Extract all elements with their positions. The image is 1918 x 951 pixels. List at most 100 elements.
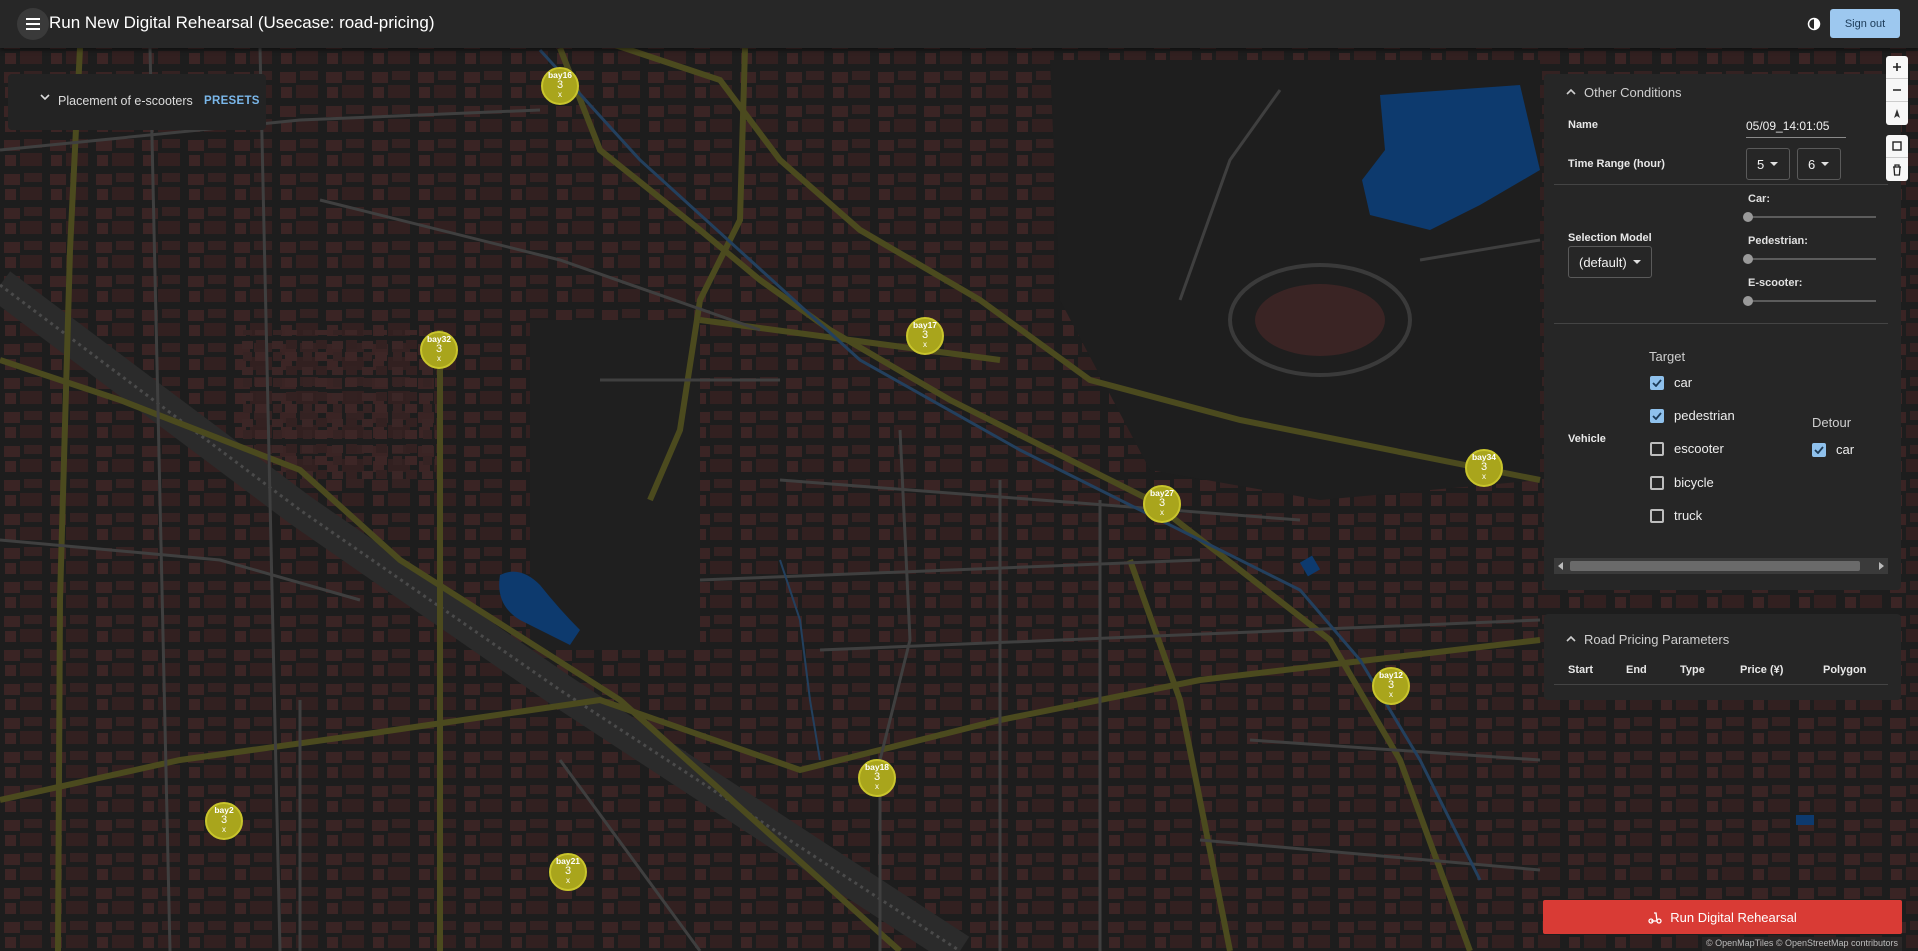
pedestrian-slider[interactable] xyxy=(1743,253,1876,265)
name-field[interactable]: 05/09_14:01:05 xyxy=(1746,116,1846,138)
bay-marker[interactable]: bay16 3 x xyxy=(541,67,579,105)
road-pricing-panel: Road Pricing Parameters Start End Type P… xyxy=(1544,614,1901,700)
escooter-slider-label: E-scooter: xyxy=(1748,277,1803,289)
target-checkbox-car[interactable]: car xyxy=(1650,375,1692,390)
pedestrian-slider-label: Pedestrian: xyxy=(1748,235,1808,247)
zoom-in-button[interactable] xyxy=(1886,56,1908,79)
menu-button[interactable] xyxy=(17,8,49,40)
sign-out-button[interactable]: Sign out xyxy=(1830,9,1900,38)
target-checkbox-bicycle[interactable]: bicycle xyxy=(1650,475,1714,490)
scrollbar-thumb[interactable] xyxy=(1570,561,1860,571)
bay-marker[interactable]: bay32 3 x xyxy=(420,331,458,369)
caret-down-icon xyxy=(1632,260,1641,264)
slider-thumb[interactable] xyxy=(1743,296,1753,306)
presets-button[interactable]: PRESETS xyxy=(204,95,260,107)
bay-count-suffix: x xyxy=(875,782,879,791)
time-end-select[interactable]: 6 xyxy=(1797,148,1841,180)
bay-marker[interactable]: bay12 3 x xyxy=(1372,667,1410,705)
slider-track xyxy=(1746,216,1876,218)
vehicle-label: Vehicle xyxy=(1568,433,1606,445)
divider xyxy=(1554,684,1888,685)
draw-controls xyxy=(1886,135,1908,181)
bay-count-suffix: x xyxy=(566,876,570,885)
target-title: Target xyxy=(1649,349,1686,364)
chevron-up-icon xyxy=(1566,88,1576,95)
bay-count-suffix: x xyxy=(1160,508,1164,517)
hamburger-menu-icon xyxy=(26,18,40,30)
bay-marker[interactable]: bay17 3 x xyxy=(906,317,944,355)
checkbox-label: pedestrian xyxy=(1674,408,1735,423)
selection-model-value: (default) xyxy=(1579,254,1627,270)
zoom-controls xyxy=(1886,56,1908,125)
minus-icon xyxy=(1893,89,1901,91)
bay-count-suffix: x xyxy=(1482,472,1486,481)
bay-marker[interactable]: bay18 3 x xyxy=(858,759,896,797)
theme-toggle-button[interactable] xyxy=(1803,13,1825,35)
chevron-down-icon xyxy=(40,94,50,101)
contrast-icon xyxy=(1807,17,1821,31)
bay-marker[interactable]: bay2 3 x xyxy=(205,802,243,840)
bay-count-suffix: x xyxy=(437,354,441,363)
checkbox-label: car xyxy=(1836,442,1855,457)
checkbox-label: truck xyxy=(1674,508,1703,523)
slider-thumb[interactable] xyxy=(1743,254,1753,264)
time-end-value: 6 xyxy=(1808,156,1816,172)
slider-thumb[interactable] xyxy=(1743,212,1753,222)
bay-marker[interactable]: bay21 3 x xyxy=(549,853,587,891)
road-pricing-title: Road Pricing Parameters xyxy=(1584,631,1730,647)
checkbox[interactable] xyxy=(1650,408,1664,423)
road-pricing-header[interactable]: Road Pricing Parameters xyxy=(1566,629,1729,649)
escooter-slider[interactable] xyxy=(1743,295,1876,307)
delete-shape-button[interactable] xyxy=(1886,158,1908,181)
chevron-up-icon xyxy=(1566,635,1576,642)
car-slider[interactable] xyxy=(1743,211,1876,223)
scroll-left-icon[interactable] xyxy=(1557,562,1565,570)
draw-polygon-button[interactable] xyxy=(1886,135,1908,158)
caret-down-icon xyxy=(1770,162,1779,166)
zoom-out-button[interactable] xyxy=(1886,79,1908,102)
horizontal-scrollbar[interactable] xyxy=(1554,558,1888,574)
checkmark-icon xyxy=(1652,378,1662,387)
checkbox[interactable] xyxy=(1650,508,1664,523)
time-range-label: Time Range (hour) xyxy=(1568,158,1665,170)
checkmark-icon xyxy=(1814,445,1824,454)
checkbox-label: car xyxy=(1674,375,1693,390)
app-root: Run New Digital Rehearsal (Usecase: road… xyxy=(0,0,1918,951)
checkbox[interactable] xyxy=(1650,375,1664,390)
caret-down-icon xyxy=(1821,162,1830,166)
bay-marker[interactable]: bay27 3 x xyxy=(1143,485,1181,523)
bay-count-suffix: x xyxy=(923,340,927,349)
column-header-end: End xyxy=(1626,664,1647,676)
divider xyxy=(1554,184,1888,185)
checkbox[interactable] xyxy=(1650,441,1664,456)
car-slider-label: Car: xyxy=(1748,193,1771,205)
scroll-right-icon[interactable] xyxy=(1877,562,1885,570)
slider-track xyxy=(1746,258,1876,260)
bay-count-suffix: x xyxy=(558,90,562,99)
selection-model-label: Selection Model xyxy=(1568,232,1652,244)
checkbox[interactable] xyxy=(1650,475,1664,490)
column-header-price: Price (¥) xyxy=(1740,664,1784,676)
trash-icon xyxy=(1893,163,1901,176)
detour-checkbox-car[interactable]: car xyxy=(1812,442,1854,457)
page-title: Run New Digital Rehearsal (Usecase: road… xyxy=(49,13,435,32)
reset-north-button[interactable] xyxy=(1886,102,1908,125)
run-digital-rehearsal-button[interactable]: Run Digital Rehearsal xyxy=(1543,900,1902,934)
target-checkbox-escooter[interactable]: escooter xyxy=(1650,441,1724,456)
other-conditions-header[interactable]: Other Conditions xyxy=(1566,82,1682,102)
polygon-icon xyxy=(1892,141,1902,151)
placement-panel-toggle[interactable]: Placement of e-scooters PRESETS xyxy=(8,74,266,130)
column-header-polygon: Polygon xyxy=(1823,664,1867,676)
checkbox-label: escooter xyxy=(1674,441,1724,456)
bay-marker[interactable]: bay34 3 x xyxy=(1465,449,1503,487)
target-checkbox-truck[interactable]: truck xyxy=(1650,508,1702,523)
column-header-type: Type xyxy=(1680,664,1705,676)
map-attribution: © OpenMapTiles © OpenStreetMap contribut… xyxy=(1702,937,1903,951)
bay-count-suffix: x xyxy=(1389,690,1393,699)
other-conditions-panel: Other Conditions Name 05/09_14:01:05 Tim… xyxy=(1544,74,1901,590)
time-start-select[interactable]: 5 xyxy=(1746,148,1790,180)
target-checkbox-pedestrian[interactable]: pedestrian xyxy=(1650,408,1735,423)
selection-model-select[interactable]: (default) xyxy=(1568,246,1652,278)
plus-icon xyxy=(1893,63,1901,71)
checkbox[interactable] xyxy=(1812,442,1826,457)
